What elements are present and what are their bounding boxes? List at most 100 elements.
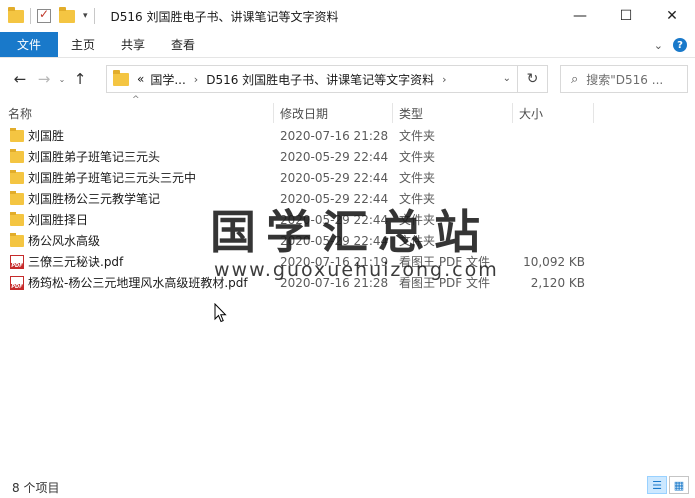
large-icons-view-icon[interactable]: ▦ bbox=[669, 476, 689, 494]
file-size bbox=[500, 188, 585, 209]
tab-share[interactable]: 共享 bbox=[108, 32, 158, 57]
breadcrumb-current[interactable]: D516 刘国胜电子书、讲课笔记等文字资料 bbox=[206, 71, 434, 88]
breadcrumb-overflow[interactable]: « bbox=[137, 72, 144, 86]
file-size bbox=[500, 125, 585, 146]
file-name-cell[interactable]: 刘国胜择日 bbox=[10, 209, 88, 230]
file-date: 2020-05-29 22:44 bbox=[280, 191, 389, 206]
file-size bbox=[500, 230, 585, 251]
minimize-button[interactable]: — bbox=[557, 0, 603, 32]
close-button[interactable]: ✕ bbox=[649, 0, 695, 32]
file-date: 2020-07-16 21:28 bbox=[280, 128, 389, 143]
file-size bbox=[500, 146, 585, 167]
column-type[interactable]: 类型 bbox=[399, 103, 423, 123]
ribbon-tabs: 文件 主页 共享 查看 ⌄ ? bbox=[0, 32, 695, 58]
breadcrumb-chevron-icon[interactable]: › bbox=[194, 73, 198, 86]
file-name-cell[interactable]: 刘国胜弟子班笔记三元头三元中 bbox=[10, 167, 196, 188]
file-row[interactable]: 刘国胜杨公三元教学笔记 2020-05-29 22:44 文件夹 bbox=[0, 188, 695, 209]
file-name-cell[interactable]: 杨公风水高级 bbox=[10, 230, 100, 251]
file-size bbox=[500, 167, 585, 188]
search-icon: ⌕ bbox=[571, 71, 579, 87]
file-name: 刘国胜弟子班笔记三元头 bbox=[28, 150, 161, 164]
address-bar[interactable]: « 国学... › D516 刘国胜电子书、讲课笔记等文字资料 › ⌄ bbox=[106, 65, 518, 93]
column-divider[interactable] bbox=[512, 103, 513, 123]
search-input[interactable]: ⌕ 搜索"D516 ... bbox=[560, 65, 688, 93]
recent-locations-icon[interactable]: ⌄ bbox=[56, 75, 68, 84]
maximize-button[interactable]: ☐ bbox=[603, 0, 649, 32]
folder-icon bbox=[10, 127, 24, 142]
address-dropdown-icon[interactable]: ⌄ bbox=[503, 73, 511, 84]
file-name-cell[interactable]: 三僚三元秘诀.pdf bbox=[10, 251, 123, 272]
file-name: 刘国胜择日 bbox=[28, 213, 89, 227]
help-icon[interactable]: ? bbox=[673, 38, 687, 52]
quick-access-toolbar: ▾ bbox=[0, 0, 88, 32]
column-size[interactable]: 大小 bbox=[519, 103, 543, 123]
tab-view[interactable]: 查看 bbox=[158, 32, 208, 57]
new-folder-icon[interactable] bbox=[59, 6, 75, 23]
file-row[interactable]: 刘国胜 2020-07-16 21:28 文件夹 bbox=[0, 125, 695, 146]
file-type: 文件夹 bbox=[399, 150, 436, 164]
file-date: 2020-05-29 22:44 bbox=[280, 212, 389, 227]
tab-file[interactable]: 文件 bbox=[0, 32, 58, 57]
file-size bbox=[500, 209, 585, 230]
customize-toolbar-icon[interactable]: ▾ bbox=[83, 11, 88, 21]
up-button[interactable]: ↑ bbox=[68, 70, 92, 88]
back-button[interactable]: ← bbox=[8, 70, 32, 88]
folder-icon bbox=[10, 148, 24, 163]
file-type: 文件夹 bbox=[399, 213, 436, 227]
title-divider bbox=[93, 8, 95, 24]
tab-home[interactable]: 主页 bbox=[58, 32, 108, 57]
file-name: 三僚三元秘诀.pdf bbox=[28, 255, 124, 269]
window-title: D516 刘国胜电子书、讲课笔记等文字资料 bbox=[110, 9, 339, 24]
file-type: 文件夹 bbox=[399, 234, 436, 248]
title-bar: ▾ D516 刘国胜电子书、讲课笔记等文字资料 — ☐ ✕ bbox=[0, 0, 695, 32]
column-divider[interactable] bbox=[593, 103, 594, 123]
file-row[interactable]: 杨公风水高级 2020-05-29 22:44 文件夹 bbox=[0, 230, 695, 251]
navigation-bar: ← → ⌄ ↑ « 国学... › D516 刘国胜电子书、讲课笔记等文字资料 … bbox=[0, 59, 695, 99]
window-folder-icon bbox=[8, 6, 24, 23]
file-name: 杨公风水高级 bbox=[28, 234, 101, 248]
file-date: 2020-07-16 21:28 bbox=[280, 275, 389, 290]
properties-icon[interactable] bbox=[37, 7, 51, 23]
pdf-icon bbox=[10, 275, 24, 290]
file-name: 刘国胜弟子班笔记三元头三元中 bbox=[28, 171, 197, 185]
file-type: 文件夹 bbox=[399, 192, 436, 206]
file-type: 文件夹 bbox=[399, 171, 436, 185]
file-date: 2020-05-29 22:44 bbox=[280, 233, 389, 248]
folder-icon bbox=[10, 190, 24, 205]
folder-icon bbox=[10, 211, 24, 226]
file-name-cell[interactable]: 刘国胜弟子班笔记三元头 bbox=[10, 146, 160, 167]
column-name[interactable]: 名称 bbox=[8, 103, 32, 123]
file-row[interactable]: 刘国胜弟子班笔记三元头三元中 2020-05-29 22:44 文件夹 bbox=[0, 167, 695, 188]
item-count: 8 个项目 bbox=[12, 480, 60, 495]
file-name-cell[interactable]: 刘国胜 bbox=[10, 125, 64, 146]
details-view-icon[interactable]: ☰ bbox=[647, 476, 667, 494]
file-row[interactable]: 刘国胜弟子班笔记三元头 2020-05-29 22:44 文件夹 bbox=[0, 146, 695, 167]
column-headers: 名称 修改日期 类型 大小 bbox=[0, 103, 695, 123]
mouse-cursor-icon bbox=[214, 303, 227, 323]
pdf-icon bbox=[10, 254, 24, 269]
expand-ribbon-icon[interactable]: ⌄ bbox=[654, 39, 663, 52]
file-row[interactable]: 三僚三元秘诀.pdf 2020-07-16 21:19 看图王 PDF 文件 10,0… bbox=[0, 251, 695, 272]
window-controls: — ☐ ✕ bbox=[557, 0, 695, 32]
toolbar-divider bbox=[30, 8, 31, 24]
view-switcher: ☰ ▦ bbox=[647, 476, 689, 496]
file-row[interactable]: 刘国胜择日 2020-05-29 22:44 文件夹 bbox=[0, 209, 695, 230]
file-name-cell[interactable]: 杨筠松-杨公三元地理风水高级班教材.pdf bbox=[10, 272, 248, 293]
column-divider[interactable] bbox=[273, 103, 274, 123]
file-date: 2020-07-16 21:19 bbox=[280, 254, 389, 269]
folder-icon bbox=[10, 169, 24, 184]
file-type: 看图王 PDF 文件 bbox=[399, 276, 491, 290]
forward-button[interactable]: → bbox=[32, 70, 56, 88]
column-date[interactable]: 修改日期 bbox=[280, 103, 328, 123]
file-name: 刘国胜 bbox=[28, 129, 65, 143]
file-type: 看图王 PDF 文件 bbox=[399, 255, 491, 269]
breadcrumb-parent[interactable]: 国学... bbox=[150, 71, 185, 88]
file-row[interactable]: 杨筠松-杨公三元地理风水高级班教材.pdf 2020-07-16 21:28 看图王… bbox=[0, 272, 695, 293]
breadcrumb-chevron-icon[interactable]: › bbox=[442, 73, 446, 86]
file-name-cell[interactable]: 刘国胜杨公三元教学笔记 bbox=[10, 188, 160, 209]
refresh-button[interactable]: ↻ bbox=[518, 65, 548, 93]
file-size: 10,092 KB bbox=[523, 254, 585, 269]
file-name: 杨筠松-杨公三元地理风水高级班教材.pdf bbox=[28, 276, 248, 290]
column-divider[interactable] bbox=[392, 103, 393, 123]
search-placeholder: 搜索"D516 ... bbox=[586, 72, 664, 87]
